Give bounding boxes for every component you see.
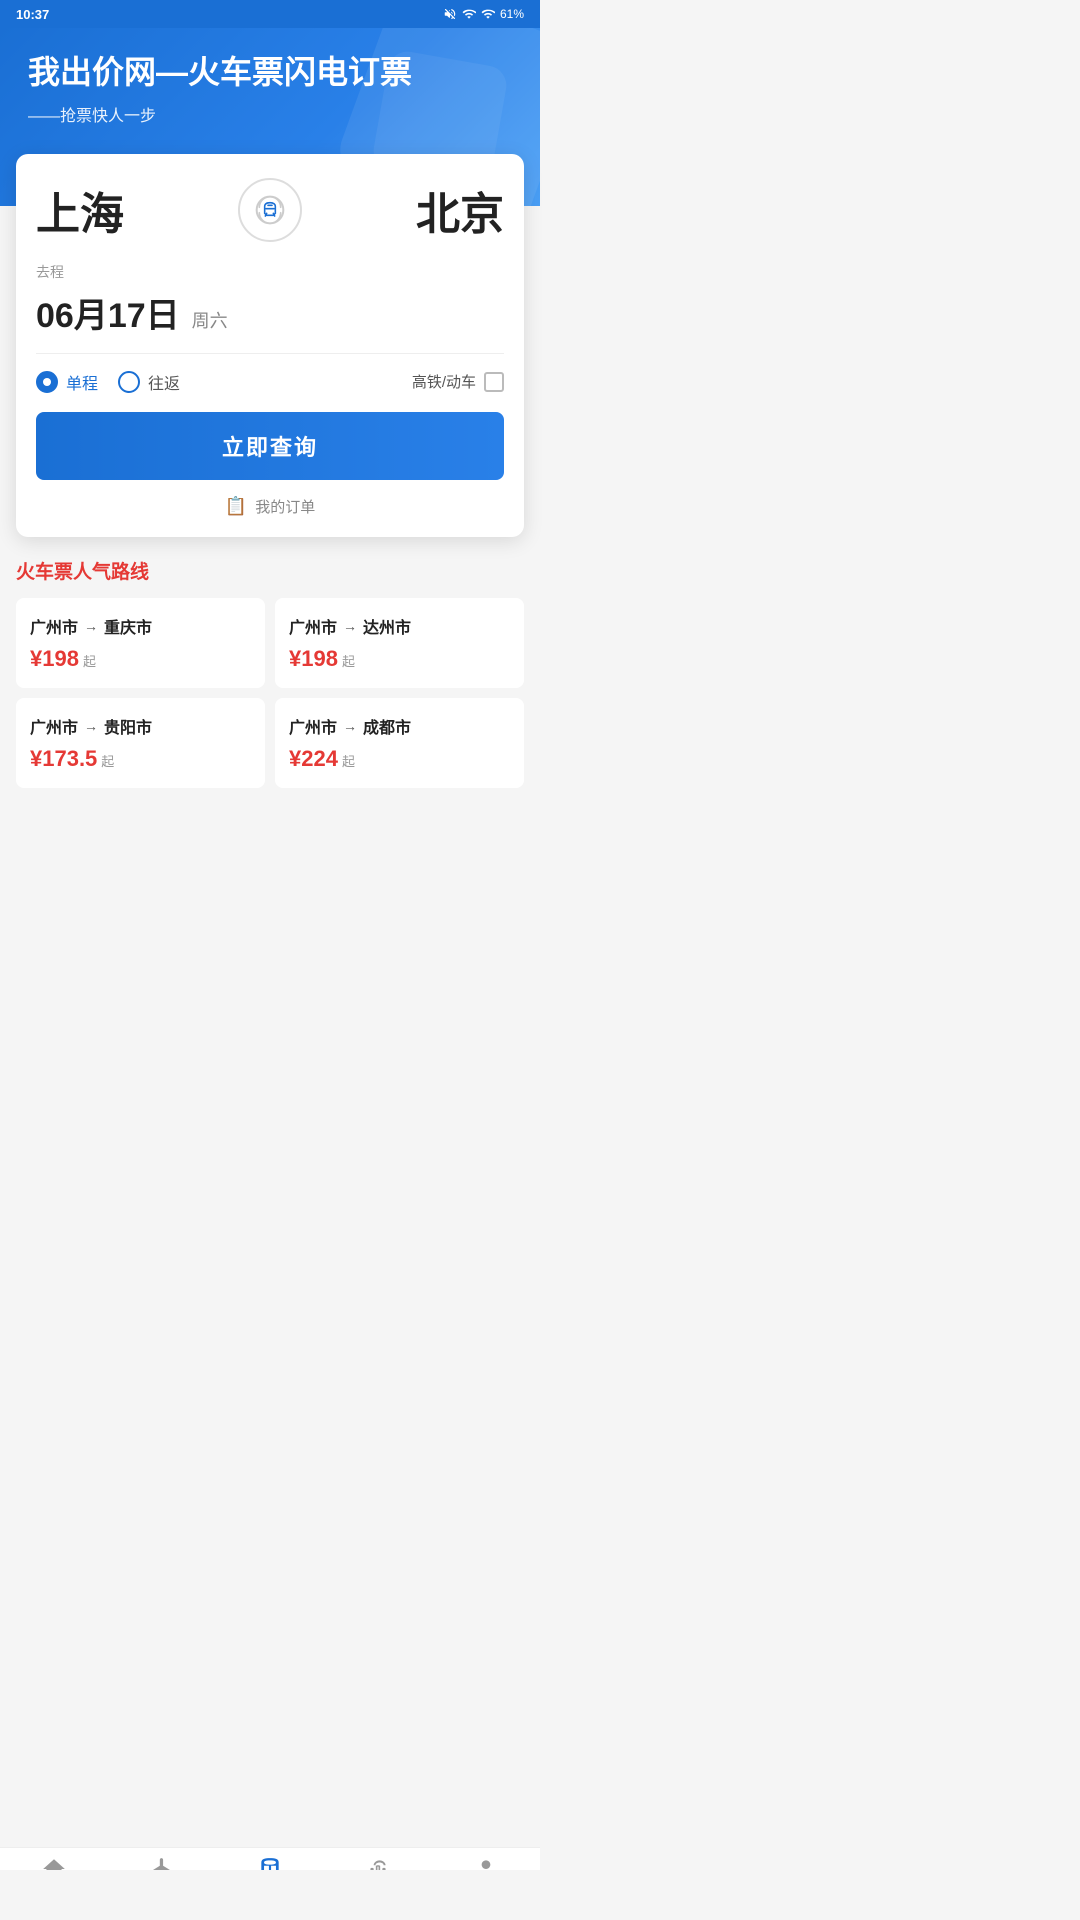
from-city[interactable]: 上海 xyxy=(36,178,226,242)
signal-icon xyxy=(481,7,495,21)
orders-icon: 📋 xyxy=(225,496,247,517)
battery-label: 61% xyxy=(500,7,524,21)
route-from-to-0: 广州市 → 重庆市 xyxy=(30,614,251,638)
price-suffix-3: 起 xyxy=(342,751,355,770)
booking-card: 上海 北京 去程 06月17日 周六 单程 xyxy=(16,154,524,537)
route-price-2: ¥173.5 起 xyxy=(30,746,251,772)
route-arrow-2: → xyxy=(84,718,98,734)
route-price-1: ¥198 起 xyxy=(289,646,510,672)
routes-grid: 广州市 → 重庆市 ¥198 起 广州市 → 达州市 ¥198 起 广州市 xyxy=(16,598,524,788)
date-label: 去程 xyxy=(36,262,504,282)
date-weekday: 周六 xyxy=(192,307,228,333)
date-month-day: 06月17日 xyxy=(36,288,180,337)
train-type-label: 高铁/动车 xyxy=(412,371,476,392)
banner-title: 我出价网—火车票闪电订票 xyxy=(28,52,512,94)
route-from-to-3: 广州市 → 成都市 xyxy=(289,714,510,738)
mute-icon xyxy=(443,7,457,21)
banner-subtitle: ——抢票快人一步 xyxy=(28,102,512,126)
one-way-label: 单程 xyxy=(66,370,98,394)
price-value-2: ¥173.5 xyxy=(30,746,97,772)
swap-button[interactable] xyxy=(238,178,302,242)
my-orders-link[interactable]: 📋 我的订单 xyxy=(36,496,504,517)
price-value-0: ¥198 xyxy=(30,646,79,672)
price-suffix-2: 起 xyxy=(101,751,114,770)
route-arrow-3: → xyxy=(343,718,357,734)
price-suffix-0: 起 xyxy=(83,651,96,670)
route-to-3: 成都市 xyxy=(363,714,411,738)
round-trip-radio[interactable]: 往返 xyxy=(118,370,180,394)
route-card-2[interactable]: 广州市 → 贵阳市 ¥173.5 起 xyxy=(16,698,265,788)
swap-icon xyxy=(254,194,286,226)
system-nav-bar xyxy=(0,1870,540,1920)
route-card-3[interactable]: 广州市 → 成都市 ¥224 起 xyxy=(275,698,524,788)
divider xyxy=(36,353,504,354)
route-to-2: 贵阳市 xyxy=(104,714,152,738)
price-value-1: ¥198 xyxy=(289,646,338,672)
route-arrow-0: → xyxy=(84,618,98,634)
popular-routes-section: 火车票人气路线 广州市 → 重庆市 ¥198 起 广州市 → 达州市 ¥198 … xyxy=(16,557,524,788)
route-from-3: 广州市 xyxy=(289,714,337,738)
section-title: 火车票人气路线 xyxy=(16,557,524,584)
round-trip-circle xyxy=(118,371,140,393)
my-orders-label: 我的订单 xyxy=(255,496,315,517)
round-trip-label: 往返 xyxy=(148,370,180,394)
price-suffix-1: 起 xyxy=(342,651,355,670)
price-value-3: ¥224 xyxy=(289,746,338,772)
route-to-0: 重庆市 xyxy=(104,614,152,638)
route-from-to-2: 广州市 → 贵阳市 xyxy=(30,714,251,738)
date-value: 06月17日 周六 xyxy=(36,288,504,337)
route-price-0: ¥198 起 xyxy=(30,646,251,672)
route-card-0[interactable]: 广州市 → 重庆市 ¥198 起 xyxy=(16,598,265,688)
train-type-filter[interactable]: 高铁/动车 xyxy=(412,371,504,392)
to-city[interactable]: 北京 xyxy=(314,178,504,242)
route-from-1: 广州市 xyxy=(289,614,337,638)
wifi-icon xyxy=(462,7,476,21)
route-card-1[interactable]: 广州市 → 达州市 ¥198 起 xyxy=(275,598,524,688)
status-icons: 61% xyxy=(443,7,524,21)
route-from-0: 广州市 xyxy=(30,614,78,638)
status-bar: 10:37 61% xyxy=(0,0,540,28)
query-button[interactable]: 立即查询 xyxy=(36,412,504,480)
route-to-1: 达州市 xyxy=(363,614,411,638)
route-from-to-1: 广州市 → 达州市 xyxy=(289,614,510,638)
route-from-2: 广州市 xyxy=(30,714,78,738)
one-way-radio[interactable]: 单程 xyxy=(36,370,98,394)
route-price-3: ¥224 起 xyxy=(289,746,510,772)
status-time: 10:37 xyxy=(16,7,49,22)
date-section[interactable]: 去程 06月17日 周六 xyxy=(36,262,504,337)
train-type-checkbox[interactable] xyxy=(484,372,504,392)
route-arrow-1: → xyxy=(343,618,357,634)
one-way-circle xyxy=(36,371,58,393)
trip-type-row: 单程 往返 高铁/动车 xyxy=(36,370,504,394)
city-row: 上海 北京 xyxy=(36,178,504,242)
